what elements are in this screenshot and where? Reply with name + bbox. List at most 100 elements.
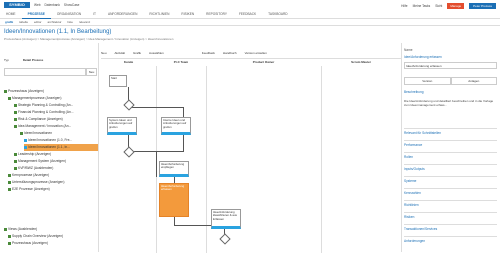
properties-section[interactable]: Rollen [404,152,497,161]
user-menu-button[interactable]: Peter Prozess [469,2,496,9]
tree-item-label: Kernprozesse (Anzeigen) [12,173,50,177]
lane-header-prc-team: Pr.C Team [173,60,189,64]
tree-item[interactable]: Supply Chain Overview (Anzeigen) [8,233,63,240]
tree-item[interactable]: Financial Planning & Controlling (An... [14,109,74,116]
tree-item-label: Supply Chain Overview (Anzeigen) [12,234,64,238]
properties-name-label: Idee/Anforderung erfassen [404,55,442,59]
feedback-button[interactable]: Feedback [202,51,215,55]
process-type-icon [20,131,23,135]
tree-item-label: Strategic Planning & Controlling (An... [18,103,74,107]
tab-attachments[interactable]: Anlagen [450,77,497,85]
tab-richtlinien[interactable]: RICHTLINIEN [143,11,175,18]
process-type-icon [4,227,7,231]
tree-item-label: Prozesshaus (Anzeigen) [12,241,48,245]
tree-item-label: Ideen/Innovationen (1.0, Fre... [28,138,73,142]
lane-header-product-owner: Product Owner [252,60,275,64]
tree-item-label: Managementprozesse (Anzeigen) [12,96,62,100]
properties-tabs: Version Anlagen [404,77,497,85]
lane-scrum-master [321,66,401,253]
graphic-button[interactable]: Grafik [133,51,141,55]
swimlane-diagram: Kunde Pr.C Team Product Owner Scrum Mast… [101,58,401,253]
tab-version[interactable]: Version [404,77,451,85]
lane-kunde [101,66,157,253]
description-text: Die Idee/Anforderung und detailliert bes… [404,99,494,107]
process-type-icon [14,152,17,156]
connector [174,217,175,225]
tree-item-label: Unterstützungsprozesse (Anzeigen) [12,180,65,184]
name-field[interactable]: Idee/Anforderung erfassen [404,62,497,69]
start-node[interactable]: Start [109,75,127,87]
process-type-icon [4,89,7,93]
tree-item-label: Idea Management / Innovation (An... [18,124,72,128]
properties-section[interactable]: Anforderungen [404,236,497,245]
tree-item[interactable]: E2E Prozesse (Anzeigen) [8,186,50,193]
tree-item[interactable]: Kernprozesse (Anzeigen) [8,172,49,179]
diagram-toolbar: Neu Aktivität Grafik Auswählen Feedback … [101,50,401,55]
properties-section[interactable]: Inputs/Outputs [404,164,497,173]
tree-item-label: Financial Planning & Controlling (An... [18,110,74,114]
properties-section[interactable]: Risiken [404,212,497,221]
select-button[interactable]: Auswählen [149,51,164,55]
tab-anforderungen[interactable]: ANFORDERUNGEN [102,11,143,18]
properties-section[interactable]: Systeme [404,176,497,185]
handbook-button[interactable]: Handbuch [223,51,237,55]
process-type-icon [8,173,11,177]
lane-header-scrum-master: Scrum Master [351,60,371,64]
tree-item[interactable]: KVP/BWZ (Ausblenden) [14,165,53,172]
tree-item-label: Management System (Anzeigen) [18,159,67,163]
tree-item[interactable]: Idea Management / Innovation (An... [14,123,71,130]
tree-item-label: E2E Prozesse (Anzeigen) [12,187,50,191]
tree-item[interactable]: Leadership (Anzeigen) [14,151,51,158]
tree-item-label: Views (Ausblenden) [8,227,38,231]
activity-idea-capture-selected[interactable]: Ideen/Anforderung erfassen [159,183,189,217]
properties-section[interactable]: Kennzahlen [404,188,497,197]
tree-item[interactable]: Unterstützungsprozesse (Anzeigen) [8,179,64,186]
lane-header-kunde: Kunde [123,60,134,64]
tree-item[interactable]: Ideen/Innovationen (1.0, Fre... [24,137,72,144]
create-version-button[interactable]: Version erstellen [245,51,267,55]
properties-header: Name [404,48,413,52]
tab-risiken[interactable]: RISIKEN [175,11,200,18]
process-type-icon [8,234,11,238]
tree-item[interactable]: Prozesshaus (Anzeigen) [4,88,44,95]
help-link[interactable]: Hilfe [401,4,407,8]
tree-item-label: Risk & Compliance (Anzeigen) [18,117,63,121]
activity-internal-ideas[interactable]: Interne Ideen und Anforderungen auf grei… [161,117,191,135]
tab-repository[interactable]: REPOSITORY [200,11,233,18]
process-type-icon [14,124,17,128]
process-type-icon [14,166,17,170]
new-activity-button[interactable]: Neu [101,51,107,55]
activity-system-ideas[interactable]: System Ideen und Anforderungen auf greif… [107,117,137,135]
tree-item[interactable]: Strategic Planning & Controlling (An... [14,102,73,109]
tree-item[interactable]: Risk & Compliance (Anzeigen) [14,116,63,123]
activity-button[interactable]: Aktivität [115,51,126,55]
tree-item[interactable]: Views (Ausblenden) [4,226,37,233]
view-link[interactable]: Sicht [435,4,442,8]
tree-item[interactable]: Management System (Anzeigen) [14,158,66,165]
tree-item[interactable]: Ideen/Innovationen (1.1, In... [24,144,98,151]
properties-section[interactable]: Richtlinien [404,200,497,209]
properties-section[interactable]: Relevant für Schnittstellen [404,128,497,137]
my-tasks-link[interactable]: Meine Tasks [413,4,431,8]
process-type-icon [8,187,11,191]
tab-taskboard[interactable]: TASKBOARD [262,11,293,18]
properties-section[interactable]: Performance [404,140,497,149]
process-type-icon [14,117,17,121]
connector [156,151,157,177]
subprocess-ideas-maintain[interactable]: Ideen/Anforderung einpflegen [159,161,189,177]
tree-item[interactable]: Prozesshaus (Anzeigen) [8,240,48,247]
description-heading[interactable]: Beschreibung [404,90,424,94]
tree-item[interactable]: Managementprozesse (Anzeigen) [8,95,61,102]
process-type-icon [8,241,11,245]
activity-idea-classify[interactable]: Idee/Anforderung klassifizieren & aus Er… [211,209,241,229]
properties-section[interactable]: Transaktionen/Services [404,224,497,233]
process-type-icon [8,180,11,184]
manage-button[interactable]: Manage [447,2,465,9]
process-type-icon [14,103,17,107]
tab-feedback[interactable]: FEEDBACK [233,11,262,18]
header-right: Hilfe Meine Tasks Sicht Manage Peter Pro… [401,2,496,9]
tree-item-label: Ideen/Innovationen [24,131,53,135]
process-type-icon [8,96,11,100]
tree-item[interactable]: Ideen/Innovationen [20,130,52,137]
process-type-icon [14,159,17,163]
